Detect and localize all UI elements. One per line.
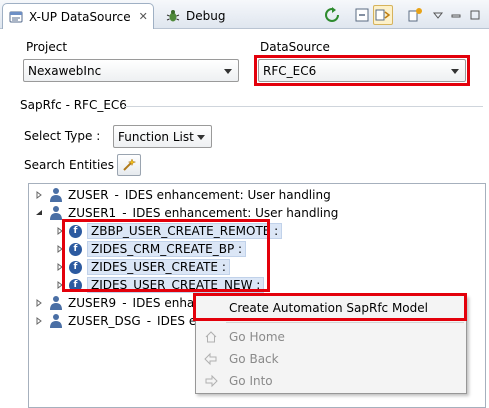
- function-icon: f: [69, 242, 82, 256]
- collapse-all-icon[interactable]: [352, 5, 372, 25]
- view-menu-icon[interactable]: [428, 5, 448, 25]
- expand-arrow-icon[interactable]: [55, 280, 65, 290]
- new-item-icon[interactable]: [405, 5, 425, 25]
- select-type-label: Select Type :: [24, 129, 101, 143]
- tree-node-desc: IDES enhancement: User handling: [124, 188, 331, 202]
- tree-node-separator: -: [122, 296, 127, 310]
- function-icon: f: [69, 260, 82, 274]
- tree-node-separator: -: [122, 206, 127, 220]
- maximize-icon[interactable]: [465, 5, 485, 25]
- forward-arrow-icon: [203, 373, 219, 389]
- chevron-down-icon: [197, 135, 205, 140]
- bug-icon: [166, 10, 180, 22]
- menu-item-label: Go Home: [229, 330, 285, 344]
- section-divider: [125, 106, 483, 107]
- select-type-value: Function List: [118, 129, 194, 144]
- tab-debug[interactable]: Debug: [160, 3, 250, 29]
- menu-separator: [226, 322, 464, 323]
- tree-node-desc: IDES enhan: [132, 296, 202, 310]
- tree-node-name: ZUSER9: [68, 296, 117, 310]
- menu-item-label: Go Into: [229, 374, 273, 388]
- function-label: ZBBP_USER_CREATE_REMOTE :: [87, 223, 283, 239]
- expand-arrow-icon[interactable]: [34, 190, 44, 200]
- tab-xup-datasource-label: X-UP DataSource: [29, 9, 131, 24]
- tree-node-desc: IDES enhancement: User handling: [132, 206, 339, 220]
- section-title: SapRfc - RFC_EC6: [20, 98, 127, 112]
- tree-node-separator: -: [146, 314, 152, 328]
- tree-node-separator: -: [114, 188, 119, 202]
- tree-function-item[interactable]: f ZBBP_USER_CREATE_REMOTE :: [55, 222, 283, 240]
- search-entities-label: Search Entities :: [24, 158, 122, 172]
- expand-arrow-icon[interactable]: [34, 298, 44, 308]
- refresh-icon[interactable]: [322, 5, 342, 25]
- datasource-select-value: RFC_EC6: [263, 63, 317, 78]
- users-icon: [50, 296, 62, 310]
- project-select-value: NexawebInc: [28, 63, 102, 78]
- tree-function-item[interactable]: f ZIDES_USER_CREATE_NEW :: [55, 276, 265, 294]
- tree-node-name: ZUSER_DSG: [68, 314, 141, 328]
- expand-arrow-icon[interactable]: [55, 244, 65, 254]
- function-icon: f: [69, 224, 82, 238]
- tab-xup-datasource[interactable]: X-UP DataSource ✕: [2, 3, 154, 29]
- datasource-icon: [9, 11, 23, 22]
- tree-function-item[interactable]: f ZIDES_USER_CREATE :: [55, 258, 230, 276]
- collapse-arrow-icon[interactable]: [34, 208, 44, 218]
- project-select[interactable]: NexawebInc: [23, 59, 239, 82]
- menu-item-go-home[interactable]: Go Home: [196, 326, 466, 348]
- datasource-select[interactable]: RFC_EC6: [258, 59, 466, 82]
- function-label: ZIDES_USER_CREATE_NEW :: [87, 277, 265, 293]
- blank-icon: [203, 300, 219, 316]
- function-label: ZIDES_CRM_CREATE_BP :: [87, 241, 247, 257]
- expand-arrow-icon[interactable]: [55, 226, 65, 236]
- menu-item-label: Go Back: [229, 352, 279, 366]
- menu-item-go-back[interactable]: Go Back: [196, 348, 466, 370]
- function-icon: f: [69, 278, 82, 292]
- datasource-label: DataSource: [260, 40, 330, 54]
- tab-debug-label: Debug: [186, 9, 226, 23]
- context-menu: Create Automation SapRfc Model Go Home G…: [195, 295, 467, 394]
- users-icon: [50, 188, 62, 202]
- tree-node-name: ZUSER1: [68, 206, 117, 220]
- minimize-icon[interactable]: [446, 5, 466, 25]
- menu-item-create-automation-model[interactable]: Create Automation SapRfc Model: [196, 297, 466, 319]
- menu-item-label: Create Automation SapRfc Model: [229, 301, 428, 315]
- tree-node-zuser9[interactable]: ZUSER9 - IDES enhan: [34, 294, 202, 312]
- tree-node-zuser1[interactable]: ZUSER1 - IDES enhancement: User handling: [34, 204, 338, 222]
- back-arrow-icon: [203, 351, 219, 367]
- tree-node-zuser-dsg[interactable]: ZUSER_DSG - IDES en: [34, 312, 204, 330]
- home-icon: [203, 329, 219, 345]
- menu-item-go-into[interactable]: Go Into: [196, 370, 466, 392]
- search-entities-button[interactable]: [117, 154, 141, 176]
- chevron-down-icon: [451, 69, 459, 74]
- tree-node-zuser[interactable]: ZUSER - IDES enhancement: User handling: [34, 186, 331, 204]
- select-type-select[interactable]: Function List: [113, 125, 212, 148]
- project-label: Project: [26, 40, 68, 54]
- tree-function-item[interactable]: f ZIDES_CRM_CREATE_BP :: [55, 240, 247, 258]
- function-label: ZIDES_USER_CREATE :: [87, 259, 230, 275]
- users-icon: [50, 206, 62, 220]
- close-icon[interactable]: ✕: [139, 10, 148, 23]
- view-tab-bar: X-UP DataSource ✕ Debug: [0, 0, 489, 29]
- tree-node-name: ZUSER: [68, 188, 109, 202]
- expand-arrow-icon[interactable]: [34, 316, 44, 326]
- expand-arrow-icon[interactable]: [55, 262, 65, 272]
- users-icon: [50, 314, 62, 328]
- wand-icon: [123, 158, 137, 171]
- chevron-down-icon: [224, 69, 232, 74]
- link-with-editor-icon[interactable]: [373, 5, 393, 25]
